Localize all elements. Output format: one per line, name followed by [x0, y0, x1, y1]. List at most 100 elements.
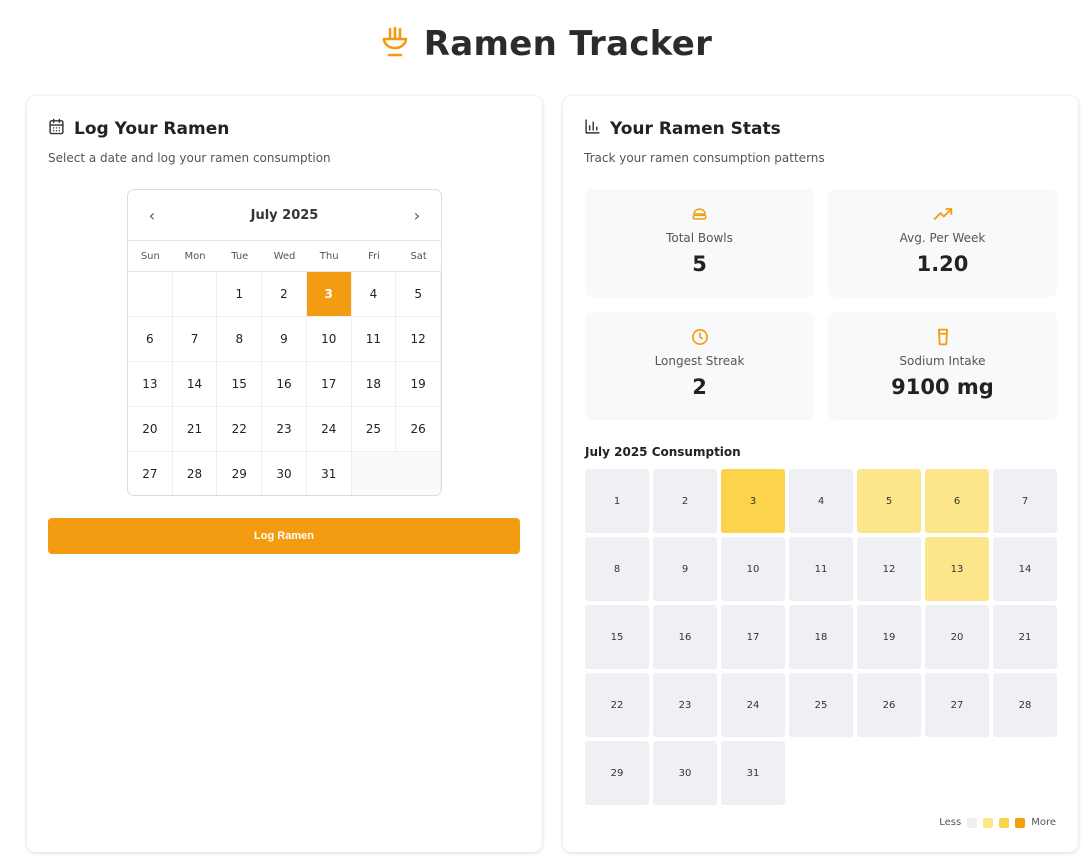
calendar-day[interactable]: 22	[217, 407, 263, 452]
calendar-month-label: July 2025	[250, 207, 319, 223]
cup-icon	[936, 328, 950, 346]
calendar-day[interactable]: 7	[172, 317, 218, 362]
calendar-day[interactable]: 6	[128, 317, 173, 362]
log-card-title: Log Your Ramen	[74, 119, 230, 139]
legend-swatch	[1015, 817, 1026, 828]
log-card: Log Your Ramen Select a date and log you…	[27, 96, 542, 852]
legend-swatch	[967, 817, 978, 828]
heatmap-day-cell[interactable]: 5	[857, 469, 921, 533]
heatmap-day-cell[interactable]: 16	[653, 605, 717, 669]
weekday-label: Sat	[410, 250, 427, 262]
calendar-day[interactable]: 8	[217, 317, 263, 362]
heatmap-day-cell[interactable]: 20	[925, 605, 989, 669]
calendar-day[interactable]: 5	[396, 272, 441, 317]
heatmap-day-cell[interactable]: 3	[721, 469, 785, 533]
weekday-label: Fri	[367, 250, 380, 262]
calendar-day[interactable]: 27	[128, 452, 173, 495]
calendar-day[interactable]: 21	[172, 407, 218, 452]
heatmap-day-cell[interactable]: 25	[789, 673, 853, 737]
weekday-label: Sun	[140, 250, 160, 262]
legend-less-label: Less	[939, 817, 962, 828]
legend-swatch	[999, 817, 1010, 828]
calendar-day[interactable]: 15	[217, 362, 263, 407]
calendar-day[interactable]: 16	[262, 362, 307, 407]
heatmap-day-cell[interactable]: 17	[721, 605, 785, 669]
heatmap-day-cell[interactable]: 29	[585, 741, 649, 805]
heatmap-day-cell[interactable]: 28	[993, 673, 1057, 737]
heatmap-day-cell[interactable]: 18	[789, 605, 853, 669]
stat-avg-per-week: Avg. Per Week 1.20	[828, 189, 1057, 297]
heatmap-day-cell[interactable]: 26	[857, 673, 921, 737]
calendar-day[interactable]: 9	[262, 317, 307, 362]
heatmap-day-cell[interactable]: 14	[993, 537, 1057, 601]
weekday-header-row: Sun Mon Tue Wed Thu Fri Sat	[128, 241, 441, 272]
heatmap-day-cell[interactable]: 9	[653, 537, 717, 601]
calendar-day[interactable]: 10	[306, 317, 352, 362]
bowl-icon	[691, 205, 708, 223]
heatmap-day-cell[interactable]: 23	[653, 673, 717, 737]
weekday-label: Wed	[273, 250, 296, 262]
heatmap-day-cell[interactable]: 11	[789, 537, 853, 601]
heatmap-day-cell[interactable]: 2	[653, 469, 717, 533]
calendar-day[interactable]: 29	[217, 452, 263, 495]
weekday-label: Mon	[184, 250, 206, 262]
stat-longest-streak: Longest Streak 2	[585, 312, 814, 420]
consumption-heatmap: 1 2 3 4 5 6 7 8 9 10 11 12 13 14 15 16 17 18 19 20 21 22 23 24 2…	[585, 469, 1058, 805]
calendar-day[interactable]: 28	[173, 452, 218, 495]
weekday-label: Thu	[319, 250, 339, 262]
calendar-day[interactable]: 12	[396, 317, 441, 362]
heatmap-day-cell[interactable]: 12	[857, 537, 921, 601]
calendar-day[interactable]: 25	[351, 407, 397, 452]
legend-more-label: More	[1031, 817, 1056, 828]
stat-value: 9100 mg	[891, 375, 994, 399]
heatmap-day-cell[interactable]: 21	[993, 605, 1057, 669]
calendar-days-grid: 1 2 3 4 5 6 7 8 9 10 11 12 13 14 15 16 17 18 19 20 21 22 23 24 2…	[128, 272, 441, 495]
calendar-day[interactable]: 24	[306, 407, 352, 452]
calendar-day[interactable]: 31	[307, 452, 352, 495]
calendar-day[interactable]: 2	[262, 272, 307, 317]
calendar-day[interactable]: 19	[396, 362, 441, 407]
calendar-day[interactable]: 30	[262, 452, 307, 495]
log-ramen-button[interactable]: Log Ramen	[48, 518, 520, 554]
heatmap-day-cell[interactable]: 19	[857, 605, 921, 669]
heatmap-day-cell[interactable]: 1	[585, 469, 649, 533]
heatmap-day-cell[interactable]: 31	[721, 741, 785, 805]
heatmap-day-cell[interactable]: 22	[585, 673, 649, 737]
calendar-day[interactable]: 17	[306, 362, 352, 407]
stat-total-bowls: Total Bowls 5	[585, 189, 814, 297]
app-header: Ramen Tracker	[0, 24, 1092, 64]
heatmap-day-cell[interactable]: 13	[925, 537, 989, 601]
heatmap-day-cell[interactable]: 27	[925, 673, 989, 737]
heatmap-day-cell[interactable]: 30	[653, 741, 717, 805]
calendar-day[interactable]: 4	[351, 272, 397, 317]
heatmap-day-cell[interactable]: 8	[585, 537, 649, 601]
calendar-empty-cell	[351, 452, 441, 495]
stats-card-title: Your Ramen Stats	[610, 119, 781, 139]
calendar-day[interactable]: 26	[396, 407, 441, 452]
calendar-day[interactable]: 1	[217, 272, 263, 317]
calendar-day[interactable]: 11	[351, 317, 397, 362]
heatmap-day-cell[interactable]: 4	[789, 469, 853, 533]
ramen-bowl-icon	[380, 25, 410, 63]
calendar-day[interactable]: 13	[128, 362, 173, 407]
stat-label: Sodium Intake	[899, 354, 986, 368]
calendar-day[interactable]: 3	[306, 272, 352, 317]
next-month-button[interactable]: ›	[409, 206, 425, 225]
calendar-day[interactable]: 14	[172, 362, 218, 407]
heatmap-day-cell[interactable]: 6	[925, 469, 989, 533]
stat-value: 2	[692, 375, 707, 399]
calendar-icon	[48, 118, 65, 140]
stat-sodium-intake: Sodium Intake 9100 mg	[828, 312, 1057, 420]
heatmap-day-cell[interactable]: 7	[993, 469, 1057, 533]
heatmap-day-cell[interactable]: 15	[585, 605, 649, 669]
stat-label: Avg. Per Week	[899, 231, 986, 245]
prev-month-button[interactable]: ‹	[144, 206, 160, 225]
stat-label: Longest Streak	[654, 354, 745, 368]
weekday-label: Tue	[231, 250, 249, 262]
page-title: Ramen Tracker	[423, 24, 713, 64]
calendar-day[interactable]: 18	[351, 362, 397, 407]
heatmap-day-cell[interactable]: 24	[721, 673, 785, 737]
calendar-day[interactable]: 20	[128, 407, 173, 452]
calendar-day[interactable]: 23	[262, 407, 307, 452]
heatmap-day-cell[interactable]: 10	[721, 537, 785, 601]
